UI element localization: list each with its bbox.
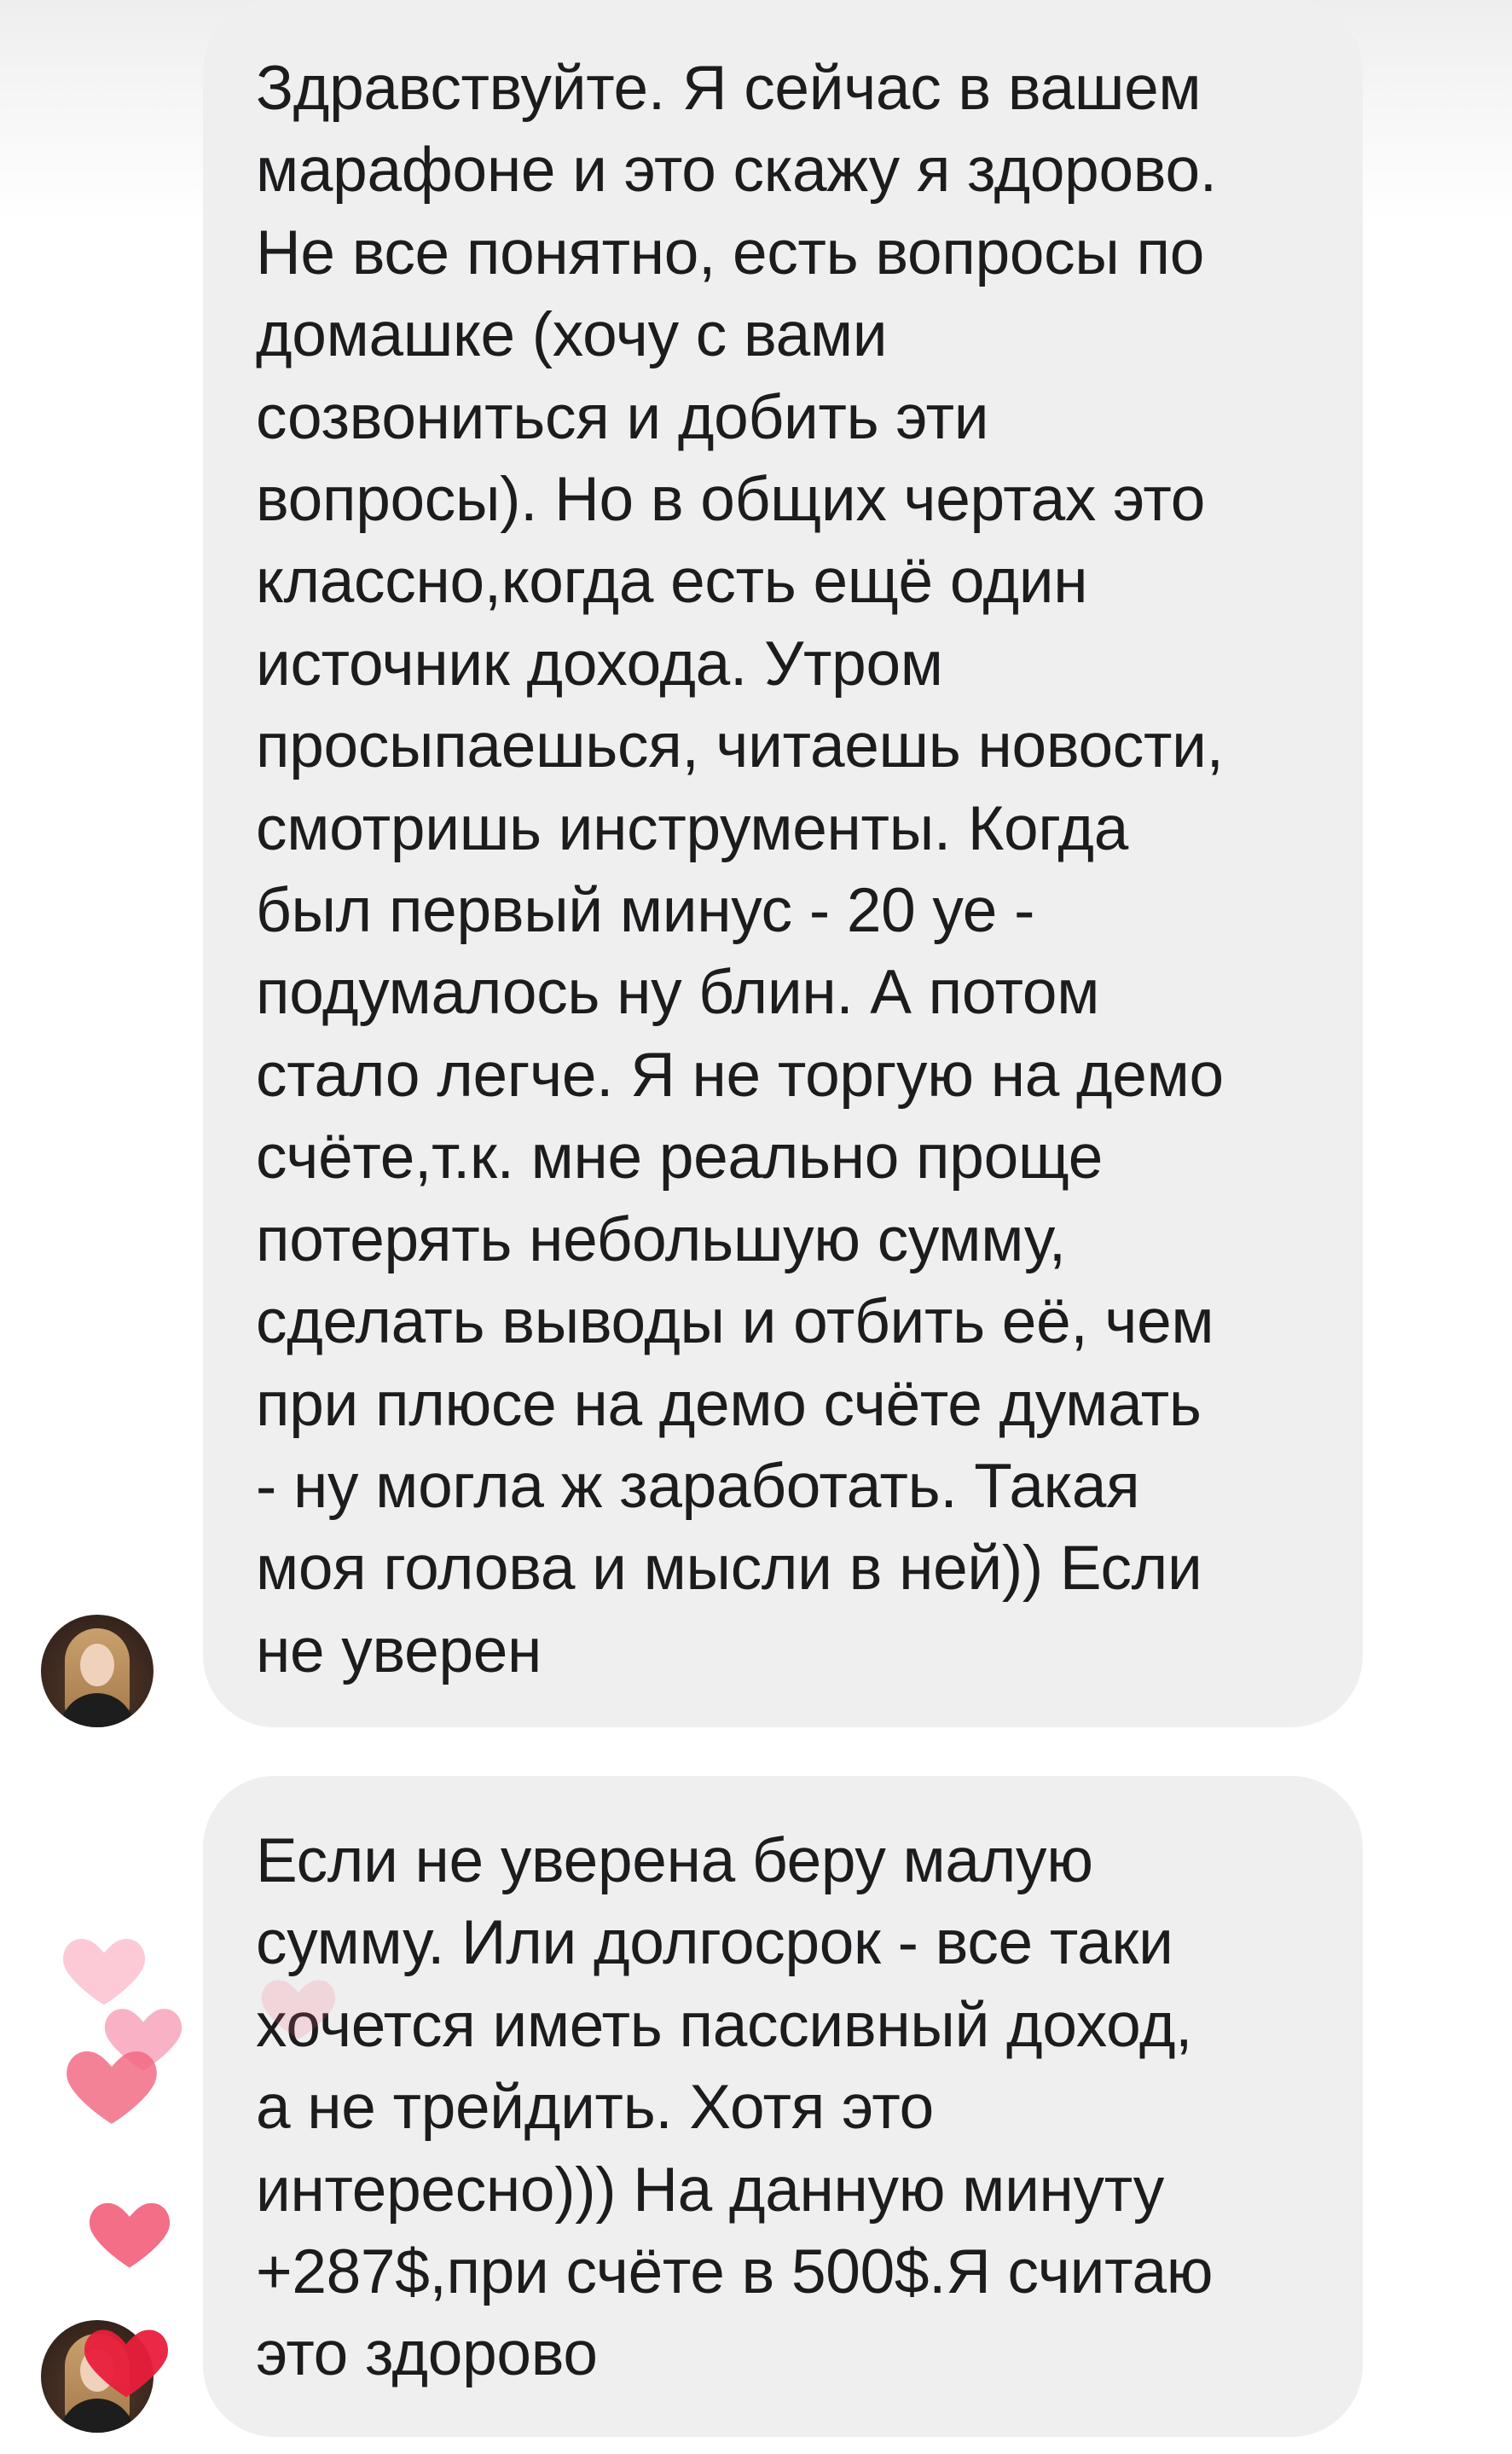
message-line: интересно))) На данную минуту	[256, 2155, 1164, 2225]
message-line: просыпаешься, читаешь новости,	[256, 711, 1224, 781]
message-line: +287$,при счёте в 500$.Я считаю	[256, 2237, 1214, 2307]
message-line: источник дохода. Утром	[256, 629, 943, 699]
heart-shape	[84, 2329, 168, 2398]
message-bubble[interactable]: Если не уверена беру малую сумму. Или до…	[203, 1776, 1363, 2437]
heart-shape	[67, 2051, 157, 2124]
heart-icon	[84, 2329, 168, 2398]
message-line: стало легче. Я не торгую на демо	[256, 1040, 1224, 1110]
heart-shape	[261, 1980, 336, 2039]
avatar-face	[80, 1644, 114, 1686]
heart-shape	[89, 2202, 171, 2268]
message-line: потерять небольшую сумму,	[256, 1204, 1066, 1274]
message-line: Здравствуйте. Я сейчас в вашем	[256, 54, 1202, 123]
avatar[interactable]	[41, 1615, 154, 1727]
message-line: марафоне и это скажу я здорово.	[256, 136, 1217, 206]
message-line: моя голова и мысли в ней)) Если	[256, 1534, 1202, 1604]
message-line: был первый минус - 20 уе -	[256, 876, 1035, 946]
message-line: сумму. Или долгосрок - все таки	[256, 1908, 1173, 1978]
message-line: - ну могла ж заработать. Такая	[256, 1451, 1140, 1521]
message-line: подумалось ну блин. А потом	[256, 958, 1100, 1028]
message-line: сделать выводы и отбить её, чем	[256, 1287, 1214, 1357]
message-line: не уверен	[256, 1616, 542, 1685]
message-bubble[interactable]: Здравствуйте. Я сейчас в вашем марафоне …	[203, 0, 1363, 1727]
message-line: Не все понятно, есть вопросы по	[256, 218, 1205, 287]
message-line: домашке (хочу с вами	[256, 300, 888, 370]
heart-icon	[89, 2202, 171, 2268]
message-line: созвониться и добить эти	[256, 382, 989, 452]
heart-icon	[67, 2051, 157, 2124]
message-line: это здорово	[256, 2319, 598, 2389]
message-line: вопросы). Но в общих чертах это	[256, 465, 1206, 535]
message-line: при плюсе на демо счёте думать	[256, 1369, 1202, 1439]
message-line: Если не уверена беру малую	[256, 1826, 1093, 1895]
message-line: а не трейдить. Хотя это	[256, 2073, 934, 2143]
message-line: смотришь инструменты. Когда	[256, 793, 1128, 863]
message-line: счёте,т.к. мне реально проще	[256, 1123, 1104, 1192]
heart-icon	[261, 1980, 336, 2039]
message-line: хочется иметь пассивный доход,	[256, 1990, 1193, 2060]
message-line: классно,когда есть ещё один	[256, 547, 1088, 617]
